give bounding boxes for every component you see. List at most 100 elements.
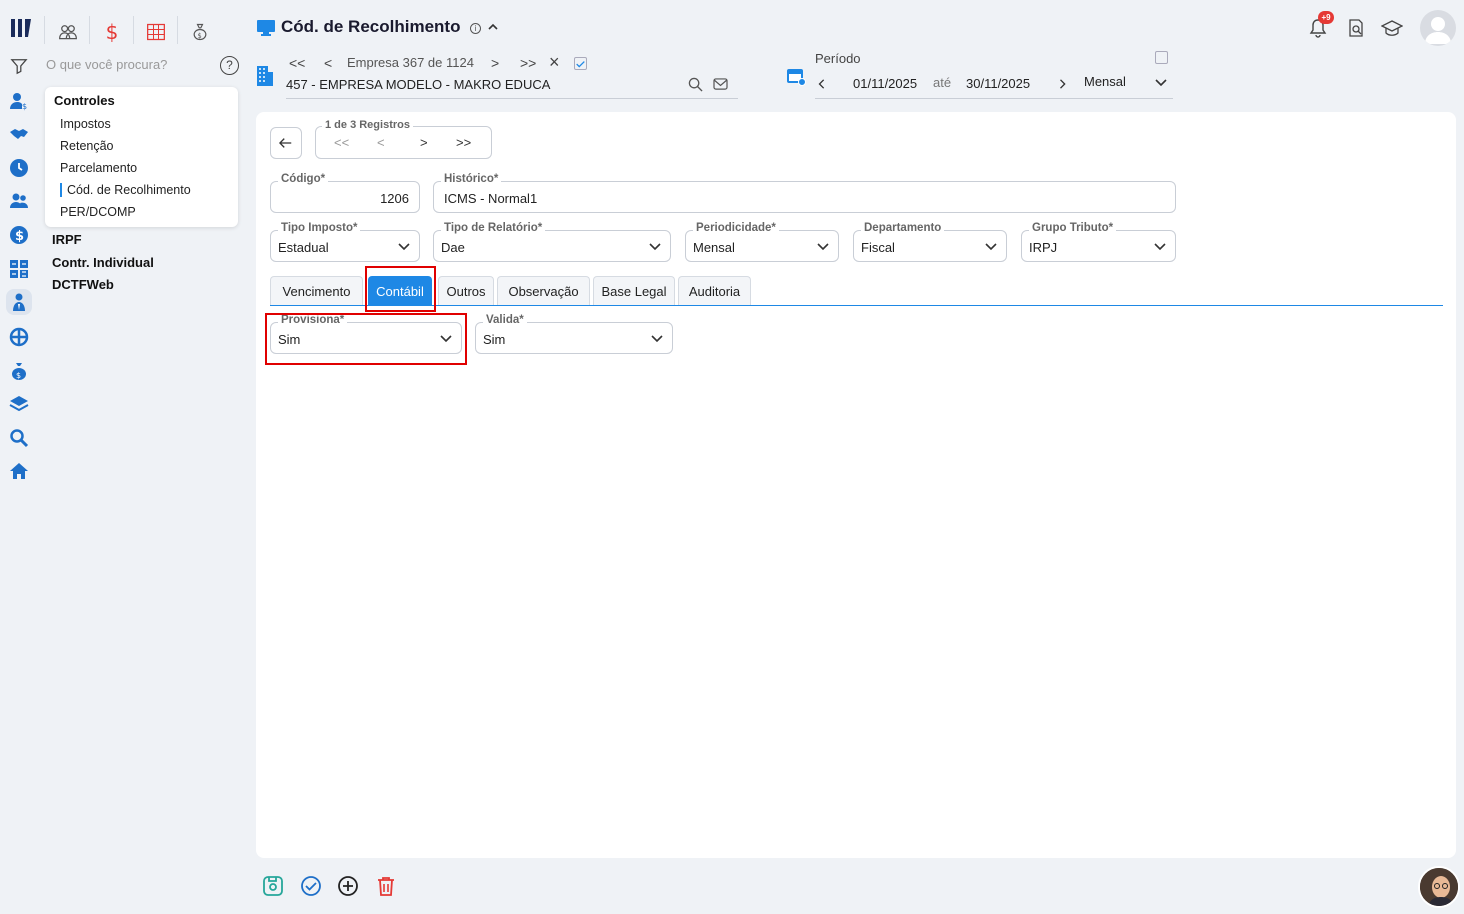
menu-section-title[interactable]: Controles [54,93,115,108]
add-icon[interactable] [336,874,360,898]
company-first-button[interactable]: << [289,55,305,71]
tab-observacao[interactable]: Observação [497,276,590,305]
menu-item-cod-recolhimento[interactable]: Cód. de Recolhimento [67,183,191,197]
chevron-down-icon[interactable] [1154,76,1168,93]
tab-base-legal[interactable]: Base Legal [593,276,675,305]
calendar-icon[interactable] [786,66,806,86]
record-next-button[interactable]: > [420,135,428,150]
company-next-button[interactable]: > [491,55,499,71]
company-prev-button[interactable]: < [324,55,332,71]
period-start[interactable]: 01/11/2025 [853,76,917,91]
tab-auditoria[interactable]: Auditoria [678,276,751,305]
menu-item-parcelamento[interactable]: Parcelamento [60,161,137,175]
assistant-avatar[interactable] [1418,866,1460,908]
record-first-button[interactable]: << [334,135,349,150]
periodicidade-label: Periodicidade* [693,222,779,234]
tipo-imposto-value: Estadual [278,240,329,255]
help-icon[interactable]: ? [220,56,239,75]
company-close-button[interactable]: × [549,52,560,73]
chevron-up-icon[interactable] [487,21,499,36]
money-bag-icon[interactable]: $ [8,360,30,382]
chevron-down-icon [649,243,661,251]
chevron-down-icon [817,243,829,251]
period-checkbox[interactable] [1155,51,1168,64]
period-underline [815,98,1173,99]
tab-vencimento[interactable]: Vencimento [270,276,363,305]
menu-item-perdcomp[interactable]: PER/DCOMP [60,205,136,219]
record-prev-button[interactable]: < [377,135,385,150]
search-input[interactable]: O que você procura? [46,57,167,72]
menu-item-impostos[interactable]: Impostos [60,117,111,131]
period-next-button[interactable] [1058,77,1068,94]
period-label: Período [815,51,861,66]
company-search-icon[interactable] [688,77,703,95]
grupo-tributo-select[interactable]: Grupo Tributo* IRPJ [1021,222,1176,262]
highlight-box-tab [365,266,436,312]
departamento-label: Departamento [861,222,945,234]
valida-label: Valida* [483,314,527,326]
back-button[interactable] [270,127,302,159]
period-end[interactable]: 30/11/2025 [966,76,1030,91]
svg-text:$: $ [198,32,202,40]
codigo-field[interactable]: Código* 1206 [270,173,420,213]
mail-icon[interactable] [713,78,728,94]
document-search-icon[interactable] [1346,18,1366,41]
departamento-select[interactable]: Departamento Fiscal [853,222,1007,262]
money-bag-module-icon[interactable]: $ [188,20,212,44]
menu-irpf[interactable]: IRPF [52,232,82,247]
tab-outros[interactable]: Outros [438,276,494,305]
periodicidade-value: Mensal [693,240,735,255]
record-last-button[interactable]: >> [456,135,471,150]
network-icon[interactable] [8,326,30,348]
home-icon[interactable] [8,460,30,482]
company-counter: Empresa 367 de 1124 [347,55,474,70]
layers-icon[interactable] [8,393,30,415]
trash-icon[interactable] [374,874,398,898]
menu-active-indicator [60,183,62,197]
graduation-cap-icon[interactable] [1380,18,1404,41]
separator [44,16,45,44]
separator [89,16,90,44]
spreadsheet-icon[interactable] [144,20,168,44]
company-checkbox[interactable] [574,57,587,70]
highlight-box-provisiona [265,313,467,365]
avatar[interactable] [1420,10,1456,46]
dollar-module-icon[interactable]: $ [100,20,124,44]
search-icon[interactable] [8,427,30,449]
filter-icon[interactable] [10,57,28,75]
company-name[interactable]: 457 - EMPRESA MODELO - MAKRO EDUCA [286,77,550,92]
users-icon[interactable] [8,190,30,212]
periodicidade-select[interactable]: Periodicidade* Mensal [685,222,839,262]
menu-item-retencao[interactable]: Retenção [60,139,114,153]
svg-text:$: $ [16,371,21,380]
historico-field[interactable]: Histórico* ICMS - Normal1 [433,173,1176,213]
user-money-icon[interactable]: $ [8,90,30,112]
people-icon[interactable] [56,20,80,44]
building-icon [257,66,273,86]
menu-dctfweb[interactable]: DCTFWeb [52,277,114,292]
period-mode-select[interactable]: Mensal [1084,74,1126,89]
app-logo[interactable] [9,16,33,40]
monitor-icon [257,20,275,36]
menu-contr-individual[interactable]: Contr. Individual [52,255,154,270]
notification-badge: +9 [1318,11,1334,24]
tipo-imposto-select[interactable]: Tipo Imposto* Estadual [270,222,420,262]
valida-value: Sim [483,332,506,347]
chevron-down-icon [1154,243,1166,251]
save-icon[interactable] [261,874,285,898]
handshake-icon[interactable] [8,123,30,145]
tipo-relatorio-select[interactable]: Tipo de Relatório* Dae [433,222,671,262]
confirm-icon[interactable] [299,874,323,898]
grupo-tributo-value: IRPJ [1029,240,1058,255]
separator [133,16,134,44]
company-last-button[interactable]: >> [520,55,536,71]
separator [177,16,178,44]
clock-icon[interactable] [8,157,30,179]
info-icon[interactable]: i [470,23,481,34]
period-prev-button[interactable] [817,77,827,94]
tax-person-icon[interactable] [8,291,30,313]
calculator-icon[interactable] [8,258,30,280]
dollar-icon[interactable]: $ [8,224,30,246]
controles-menu: Controles Impostos Retenção Parcelamento… [45,87,238,227]
valida-select[interactable]: Valida* Sim [475,314,673,354]
